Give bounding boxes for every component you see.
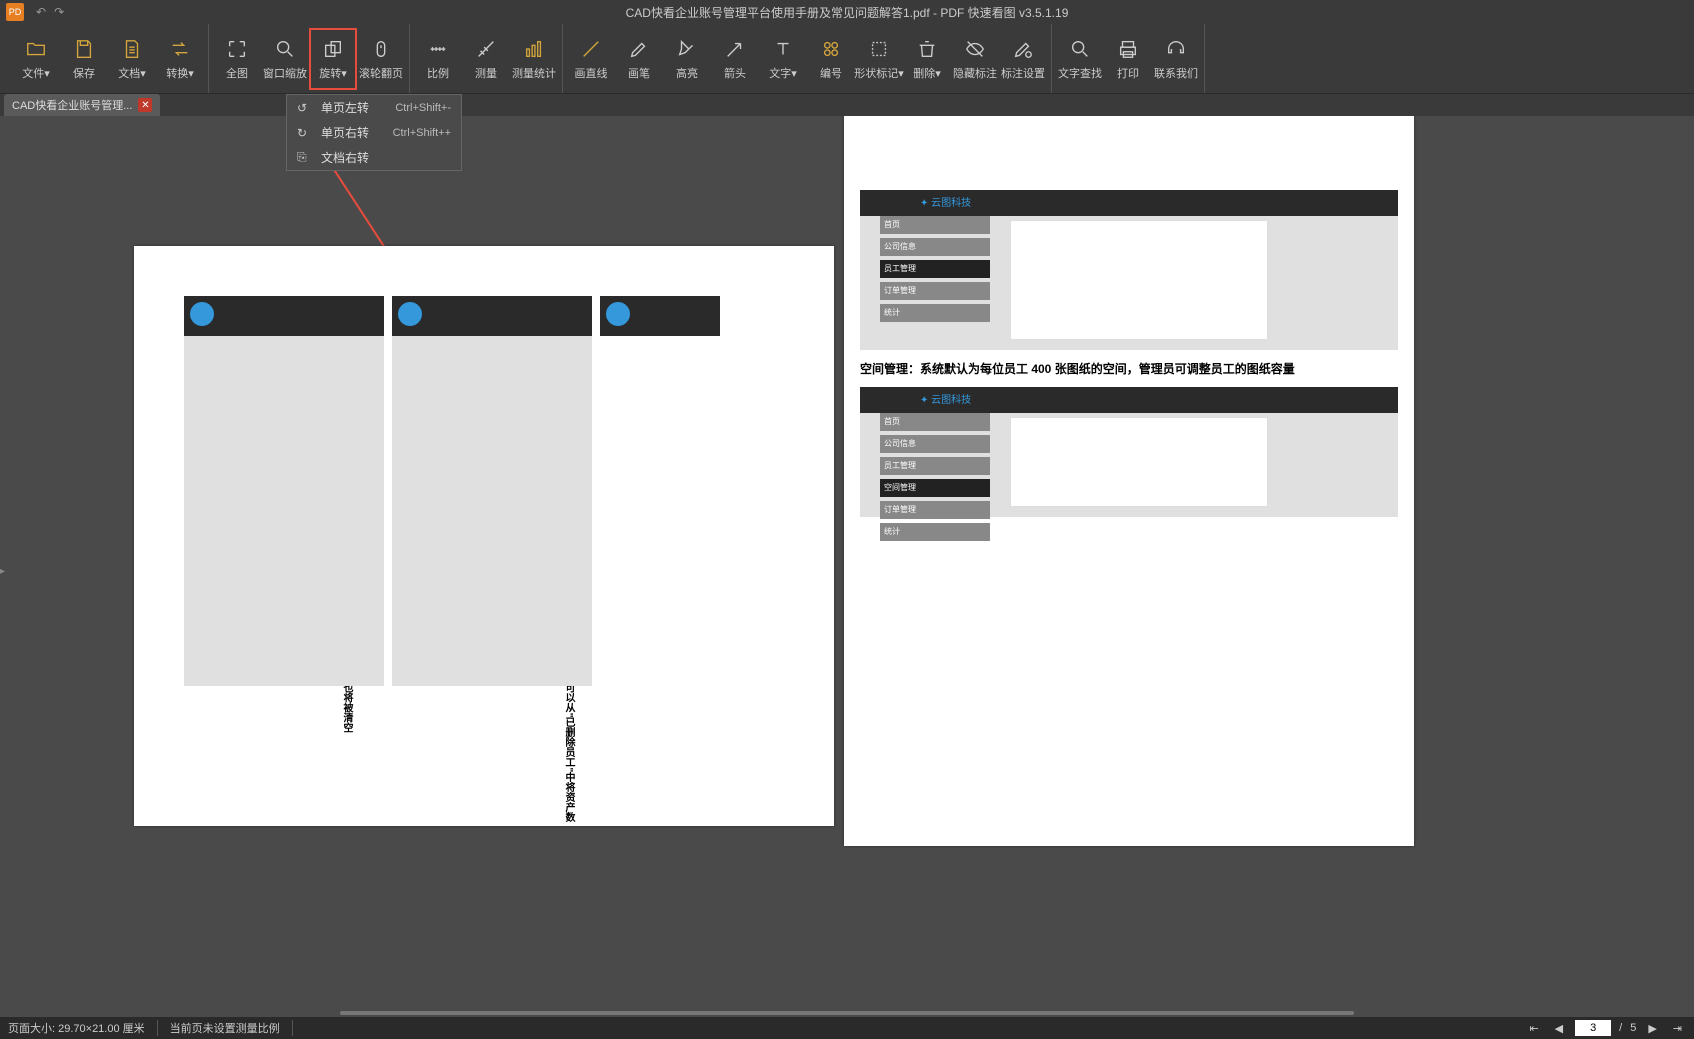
tab-label: CAD快看企业账号管理...	[12, 97, 132, 113]
line-button[interactable]: 画直线	[567, 28, 615, 90]
page2-heading: 空间管理：系统默认为每位员工 400 张图纸的空间，管理员可调整员工的图纸容量	[860, 360, 1398, 377]
first-page-button[interactable]: ⇤	[1525, 1022, 1542, 1035]
arrow-icon	[723, 37, 747, 61]
save-button[interactable]: 保存	[60, 28, 108, 90]
undo-button[interactable]: ↶	[36, 5, 46, 19]
pen-icon	[627, 37, 651, 61]
pdf-page-left: "删除"表示将删除该员工所有资产，即该员工不再是 CAD 快看会员，他的云盘数据…	[134, 246, 834, 826]
main-toolbar: 文件▾保存文档▾转换▾全图窗口缩放旋转▾滚轮翻页比例测量测量统计画直线画笔高亮箭…	[0, 24, 1694, 94]
page1-screenshot-1	[184, 296, 384, 686]
tab-bar: CAD快看企业账号管理... ✕	[0, 94, 1694, 116]
page-sep: /	[1619, 1022, 1622, 1034]
page-number-input[interactable]	[1575, 1020, 1611, 1036]
document-canvas[interactable]: ▸ "删除"表示将删除该员工所有资产，即该员工不再是 CAD 快看会员，他的云盘…	[0, 116, 1694, 1017]
print-icon	[1116, 37, 1140, 61]
zoomwin-button[interactable]: 窗口缩放	[261, 28, 309, 90]
prev-page-button[interactable]: ◀	[1551, 1022, 1567, 1035]
measure-button[interactable]: 测量	[462, 28, 510, 90]
page1-screenshot-2	[392, 296, 592, 686]
total-pages: 5	[1630, 1022, 1636, 1034]
hidemark-button[interactable]: 隐藏标注	[951, 28, 999, 90]
convert-button[interactable]: 转换▾	[156, 28, 204, 90]
page2-screenshot-1: ✦ 云图科技 首页公司信息员工管理订单管理统计	[860, 190, 1398, 350]
rotate-dropdown: ↺单页左转Ctrl+Shift+-↻单页右转Ctrl+Shift++⎘文档右转	[286, 94, 462, 171]
undo-redo-group: ↶ ↷	[36, 5, 64, 19]
highlight-button[interactable]: 高亮	[663, 28, 711, 90]
doc-button[interactable]: 文档▾	[108, 28, 156, 90]
scroll-icon	[369, 37, 393, 61]
fit-button[interactable]: 全图	[213, 28, 261, 90]
text-button[interactable]: 文字▾	[759, 28, 807, 90]
rotate-menu-item[interactable]: ⎘文档右转	[287, 145, 461, 170]
rotate-menu-item[interactable]: ↺单页左转Ctrl+Shift+-	[287, 95, 461, 120]
marksettings-button[interactable]: 标注设置	[999, 28, 1047, 90]
redo-button[interactable]: ↷	[54, 5, 64, 19]
rotate-button[interactable]: 旋转▾	[309, 28, 357, 90]
file-button[interactable]: 文件▾	[12, 28, 60, 90]
highlight-icon	[675, 37, 699, 61]
contact-button[interactable]: 联系我们	[1152, 28, 1200, 90]
rotate-direction-icon: ↻	[297, 126, 313, 140]
status-bar: 页面大小: 29.70×21.00 厘米 当前页未设置测量比例 ⇤ ◀ / 5 …	[0, 1017, 1694, 1039]
pdf-page-right: ✦ 云图科技 首页公司信息员工管理订单管理统计 空间管理：系统默认为每位员工 4…	[844, 116, 1414, 846]
stats-button[interactable]: 测量统计	[510, 28, 558, 90]
hidemark-icon	[963, 37, 987, 61]
shape-button[interactable]: 形状标记▾	[855, 28, 903, 90]
rotate-icon	[321, 37, 345, 61]
text-icon	[771, 37, 795, 61]
fit-icon	[225, 37, 249, 61]
next-page-button[interactable]: ▶	[1644, 1022, 1660, 1035]
number-button[interactable]: 编号	[807, 28, 855, 90]
page1-screenshot-3	[600, 296, 720, 686]
arrow-button[interactable]: 箭头	[711, 28, 759, 90]
scale-icon	[426, 37, 450, 61]
page2-screenshot-2: ✦ 云图科技 首页公司信息员工管理空间管理订单管理统计	[860, 387, 1398, 517]
tab-close-button[interactable]: ✕	[138, 98, 152, 112]
delete-button[interactable]: 删除▾	[903, 28, 951, 90]
rotate-menu-item[interactable]: ↻单页右转Ctrl+Shift++	[287, 120, 461, 145]
delete-icon	[915, 37, 939, 61]
scroll-button[interactable]: 滚轮翻页	[357, 28, 405, 90]
status-page-size: 页面大小: 29.70×21.00 厘米	[8, 1020, 158, 1036]
title-bar: PD ↶ ↷ CAD快看企业账号管理平台使用手册及常见问题解答1.pdf - P…	[0, 0, 1694, 24]
window-title: CAD快看企业账号管理平台使用手册及常见问题解答1.pdf - PDF 快速看图…	[626, 4, 1069, 21]
scale-button[interactable]: 比例	[414, 28, 462, 90]
pen-button[interactable]: 画笔	[615, 28, 663, 90]
folder-icon	[24, 37, 48, 61]
last-page-button[interactable]: ⇥	[1669, 1022, 1686, 1035]
contact-icon	[1164, 37, 1188, 61]
stats-icon	[522, 37, 546, 61]
print-button[interactable]: 打印	[1104, 28, 1152, 90]
marksettings-icon	[1011, 37, 1035, 61]
status-scale-msg: 当前页未设置测量比例	[170, 1020, 293, 1036]
rotate-direction-icon: ↺	[297, 101, 313, 115]
doc-icon	[120, 37, 144, 61]
rotate-direction-icon: ⎘	[297, 150, 313, 165]
convert-icon	[168, 37, 192, 61]
findtext-button[interactable]: 文字查找	[1056, 28, 1104, 90]
shape-icon	[867, 37, 891, 61]
document-tab[interactable]: CAD快看企业账号管理... ✕	[4, 94, 160, 116]
gutter-arrow-icon[interactable]: ▸	[0, 566, 5, 577]
app-icon: PD	[6, 3, 24, 21]
line-icon	[579, 37, 603, 61]
findtext-icon	[1068, 37, 1092, 61]
number-icon	[819, 37, 843, 61]
measure-icon	[474, 37, 498, 61]
save-icon	[72, 37, 96, 61]
horizontal-scrollbar[interactable]	[340, 1011, 1354, 1015]
zoomwin-icon	[273, 37, 297, 61]
